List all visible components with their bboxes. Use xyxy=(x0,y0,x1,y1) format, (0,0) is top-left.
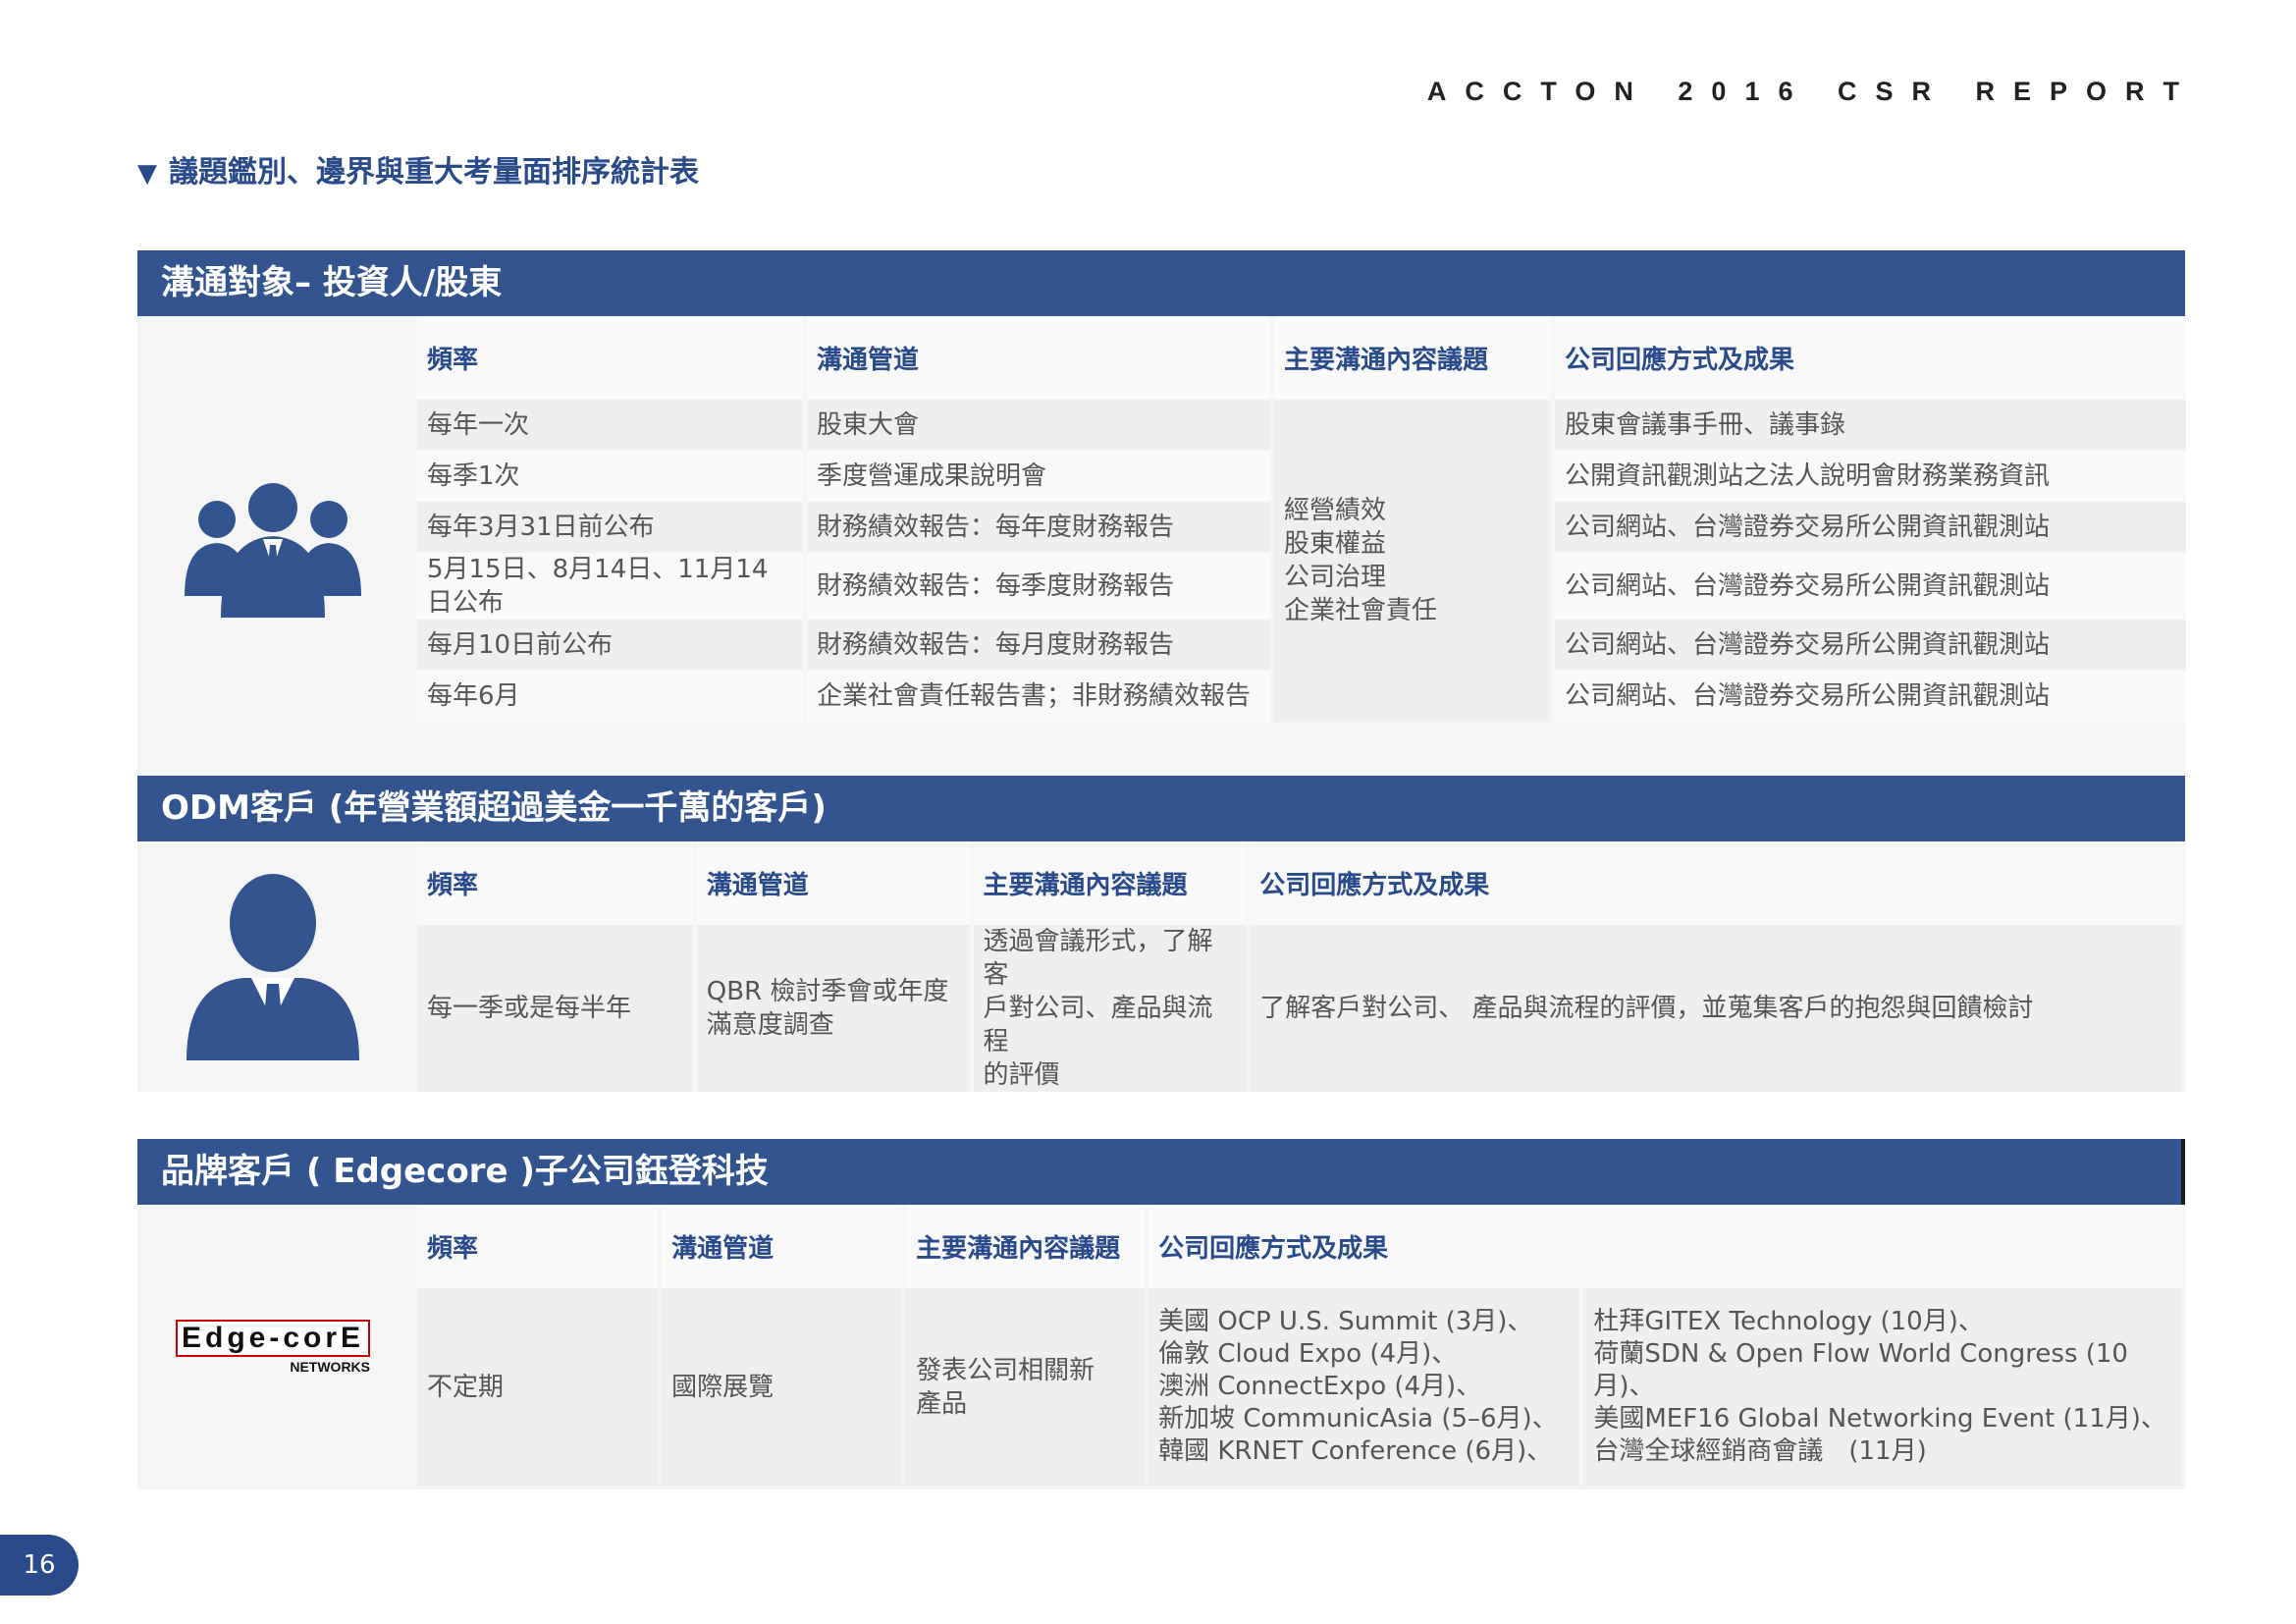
col-response: 公司回應方式及成果 xyxy=(1250,841,2182,925)
freq-cell: 不定期 xyxy=(417,1288,659,1486)
col-channel: 溝通管道 xyxy=(696,841,970,925)
freq-cell: 5月15日、8月14日、11月14日公布 xyxy=(417,553,803,620)
icon-cell: Edge-corE NETWORKS xyxy=(137,1205,408,1489)
col-freq: 頻率 xyxy=(417,841,693,925)
table-row: 每年一次 股東大會 經營績效 股東權益 公司治理 企業社會責任 股東會議事手冊、… xyxy=(417,400,2186,722)
freq-cell: 每年3月31日前公布 xyxy=(417,502,803,553)
channel-cell: 財務績效報告：每月度財務報告 xyxy=(807,620,1270,671)
logo-subtitle: NETWORKS xyxy=(290,1359,371,1375)
channel-cell: 國際展覽 xyxy=(662,1288,903,1486)
header-row: 頻率 溝通管道 主要溝通內容議題 公司回應方式及成果 xyxy=(417,1205,2182,1288)
freq-cell: 每年6月 xyxy=(417,671,803,722)
response-cell: 股東會議事手冊、議事錄 xyxy=(1555,400,2186,451)
freq-cell: 每一季或是每半年 xyxy=(417,925,693,1092)
page-title: ▼ 議題鑑別、邊界與重大考量面排序統計表 xyxy=(137,147,699,190)
triangle-down-icon: ▼ xyxy=(137,159,157,189)
edgecore-logo: Edge-corE NETWORKS xyxy=(175,1320,371,1375)
col-response: 公司回應方式及成果 xyxy=(1555,316,2186,400)
col-channel: 溝通管道 xyxy=(662,1205,903,1288)
header-row: 頻率 溝通管道 主要溝通內容議題 公司回應方式及成果 xyxy=(417,841,2182,925)
response-cell: 公司網站、台灣證券交易所公開資訊觀測站 xyxy=(1555,671,2186,722)
col-response: 公司回應方式及成果 xyxy=(1148,1205,2182,1288)
odm-table: 頻率 溝通管道 主要溝通內容議題 公司回應方式及成果 每一季或是每半年 QBR … xyxy=(413,841,2186,1092)
section-header: 品牌客戶 ( Edgecore )子公司鈺登科技 xyxy=(137,1139,2185,1205)
col-topics: 主要溝通內容議題 xyxy=(906,1205,1146,1288)
channel-cell: 企業社會責任報告書；非財務績效報告 xyxy=(807,671,1270,722)
response-cell: 公司網站、台灣證券交易所公開資訊觀測站 xyxy=(1555,620,2186,671)
response-cell-a: 美國 OCP U.S. Summit (3月)、 倫敦 Cloud Expo (… xyxy=(1148,1288,1580,1486)
page-title-text: 議題鑑別、邊界與重大考量面排序統計表 xyxy=(169,155,699,189)
response-cell: 公司網站、台灣證券交易所公開資訊觀測站 xyxy=(1555,553,2186,620)
col-topics: 主要溝通內容議題 xyxy=(973,841,1247,925)
section-odm-customers: ODM客戶 (年營業額超過美金一千萬的客戶) 頻率 溝通管道 主要溝通內容議題 … xyxy=(137,776,2185,1092)
response-cell: 了解客戶對公司、 產品與流程的評價，並蒐集客戶的抱怨與回饋檢討 xyxy=(1250,925,2182,1092)
channel-cell: 股東大會 xyxy=(807,400,1270,451)
freq-cell: 每月10日前公布 xyxy=(417,620,803,671)
channel-cell: 財務績效報告：每年度財務報告 xyxy=(807,502,1270,553)
topics-cell: 發表公司相關新 產品 xyxy=(906,1288,1146,1486)
section-body: Edge-corE NETWORKS 頻率 溝通管道 主要溝通內容議題 公司回應… xyxy=(137,1205,2185,1489)
table-row: 每一季或是每半年 QBR 檢討季會或年度 滿意度調查 透過會議形式，了解客 戶對… xyxy=(417,925,2182,1092)
section-header: ODM客戶 (年營業額超過美金一千萬的客戶) xyxy=(137,776,2185,841)
response-cell-b: 杜拜GITEX Technology (10月)、 荷蘭SDN & Open F… xyxy=(1583,1288,2182,1486)
icon-cell xyxy=(137,841,408,1092)
logo-wordmark: Edge-corE xyxy=(175,1320,371,1357)
topics-cell: 透過會議形式，了解客 戶對公司、產品與流程 的評價 xyxy=(973,925,1247,1092)
response-cell: 公司網站、台灣證券交易所公開資訊觀測站 xyxy=(1555,502,2186,553)
channel-cell: QBR 檢討季會或年度 滿意度調查 xyxy=(696,925,970,1092)
channel-cell: 財務績效報告：每季度財務報告 xyxy=(807,553,1270,620)
section-header: 溝通對象– 投資人/股東 xyxy=(137,250,2185,316)
channel-cell: 季度營運成果說明會 xyxy=(807,451,1270,502)
brand-table: 頻率 溝通管道 主要溝通內容議題 公司回應方式及成果 不定期 國際展覽 發表公司… xyxy=(413,1205,2186,1486)
page-number: 16 xyxy=(0,1535,79,1596)
businessman-icon xyxy=(187,873,359,1060)
freq-cell: 每季1次 xyxy=(417,451,803,502)
col-freq: 頻率 xyxy=(417,316,803,400)
section-investors: 溝通對象– 投資人/股東 頻率 溝通管道 主要溝通內容議題 公司回應方式及成果 xyxy=(137,250,2186,781)
header-row: 頻率 溝通管道 主要溝通內容議題 公司回應方式及成果 xyxy=(417,316,2186,400)
freq-cell: 每年一次 xyxy=(417,400,803,451)
investors-table: 頻率 溝通管道 主要溝通內容議題 公司回應方式及成果 每年一次 股東大會 經營績… xyxy=(413,316,2190,722)
section-body: 頻率 溝通管道 主要溝通內容議題 公司回應方式及成果 每一季或是每半年 QBR … xyxy=(137,841,2185,1092)
section-body: 頻率 溝通管道 主要溝通內容議題 公司回應方式及成果 每年一次 股東大會 經營績… xyxy=(137,316,2186,781)
col-topics: 主要溝通內容議題 xyxy=(1274,316,1551,400)
col-freq: 頻率 xyxy=(417,1205,659,1288)
col-channel: 溝通管道 xyxy=(807,316,1270,400)
table-row: 不定期 國際展覽 發表公司相關新 產品 美國 OCP U.S. Summit (… xyxy=(417,1288,2182,1486)
topics-cell: 經營績效 股東權益 公司治理 企業社會責任 xyxy=(1274,400,1551,722)
group-of-people-icon xyxy=(185,482,361,618)
section-brand-customers: 品牌客戶 ( Edgecore )子公司鈺登科技 Edge-corE NETWO… xyxy=(137,1139,2185,1489)
response-cell: 公開資訊觀測站之法人說明會財務業務資訊 xyxy=(1555,451,2186,502)
icon-cell xyxy=(137,316,408,781)
report-title: ACCTON 2016 CSR REPORT xyxy=(1426,77,2198,106)
